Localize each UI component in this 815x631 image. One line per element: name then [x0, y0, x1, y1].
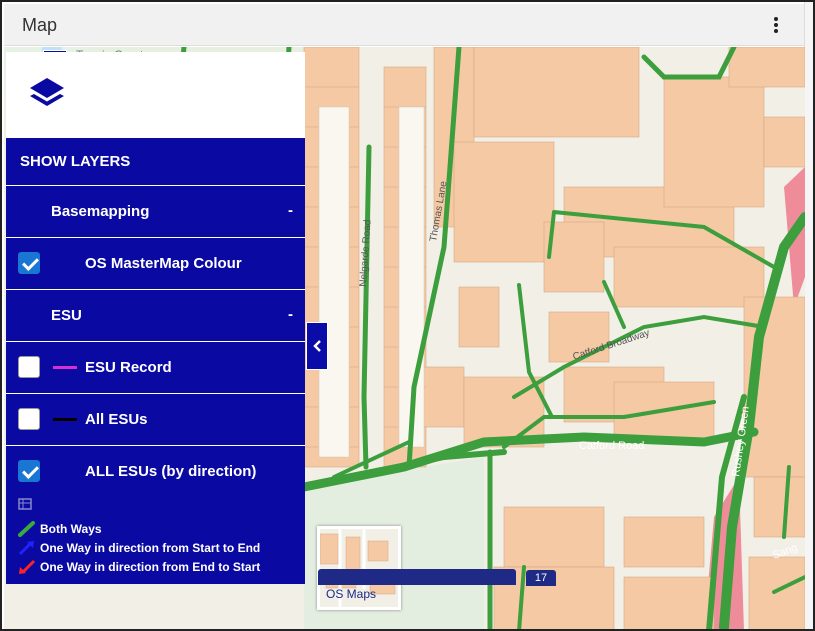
layer-all-esus-direction[interactable]: ALL ESUs (by direction)	[6, 446, 305, 498]
group-esu-toggle[interactable]: -	[288, 306, 293, 323]
legend-start-to-end: One Way in direction from Start to End	[18, 539, 260, 557]
layer-os-mastermap-checkbox[interactable]	[18, 252, 40, 274]
map-label-nelgarde: Nelgarde Road	[358, 219, 374, 287]
legend-red-arrow-icon	[19, 559, 36, 574]
layer-all-esus-label: All ESUs	[85, 411, 148, 428]
show-layers-label: SHOW LAYERS	[20, 153, 131, 170]
layers-panel: SHOW LAYERS Basemapping - OS MasterMap C…	[6, 52, 305, 626]
layer-all-esus-direction-label: ALL ESUs (by direction)	[85, 463, 257, 480]
more-options-icon[interactable]	[771, 17, 781, 37]
group-basemapping-toggle[interactable]: -	[288, 202, 293, 219]
legend-end-to-start-label: One Way in direction from End to Start	[40, 560, 261, 574]
layer-all-esus-checkbox[interactable]	[18, 408, 40, 430]
layer-esu-record[interactable]: ESU Record	[6, 342, 305, 394]
zoom-level: 17	[526, 570, 556, 586]
legend-both-ways: Both Ways	[18, 520, 102, 538]
window-title: Map	[22, 15, 58, 35]
layer-all-esus[interactable]: All ESUs	[6, 394, 305, 446]
title-bar: Map	[4, 4, 805, 46]
layer-all-esus-direction-checkbox[interactable]	[18, 460, 40, 482]
layer-os-mastermap[interactable]: OS MasterMap Colour	[6, 238, 305, 290]
map-label-catford-road: Catford Road	[579, 440, 644, 452]
scale-bar	[318, 569, 516, 585]
layer-os-mastermap-label: OS MasterMap Colour	[85, 255, 242, 272]
basemap-switcher-thumbnail[interactable]: OS Maps	[317, 526, 401, 610]
layer-esu-record-checkbox[interactable]	[18, 356, 40, 378]
map-window: Map Nelgarde Road Thomas Lane Catford Br…	[0, 0, 815, 631]
group-basemapping-label: Basemapping	[51, 203, 150, 220]
chevron-left-icon	[313, 340, 321, 352]
group-esu-label: ESU	[51, 307, 82, 324]
layers-panel-header	[6, 52, 305, 138]
group-basemapping[interactable]: Basemapping -	[6, 186, 305, 238]
legend-end-to-start: One Way in direction from End to Start	[18, 558, 260, 576]
legend-both-ways-label: Both Ways	[40, 522, 102, 536]
window-scrollbar[interactable]	[804, 2, 813, 629]
legend-start-to-end-label: One Way in direction from Start to End	[40, 541, 261, 555]
collapse-panel-side-button[interactable]	[306, 322, 328, 370]
show-layers-header: SHOW LAYERS	[6, 138, 305, 186]
layer-esu-record-label: ESU Record	[85, 359, 172, 376]
legend-table-icon[interactable]	[18, 498, 36, 512]
legend-blue-arrow-icon	[18, 541, 34, 556]
layer-all-esus-swatch	[53, 418, 77, 421]
group-esu[interactable]: ESU -	[6, 290, 305, 342]
direction-legend: Both Ways One Way in direction from Star…	[6, 498, 305, 584]
legend-green-line-icon	[18, 521, 35, 537]
layers-icon[interactable]	[26, 74, 68, 116]
layer-esu-record-swatch	[53, 366, 77, 369]
thumbnail-label: OS Maps	[326, 587, 377, 601]
